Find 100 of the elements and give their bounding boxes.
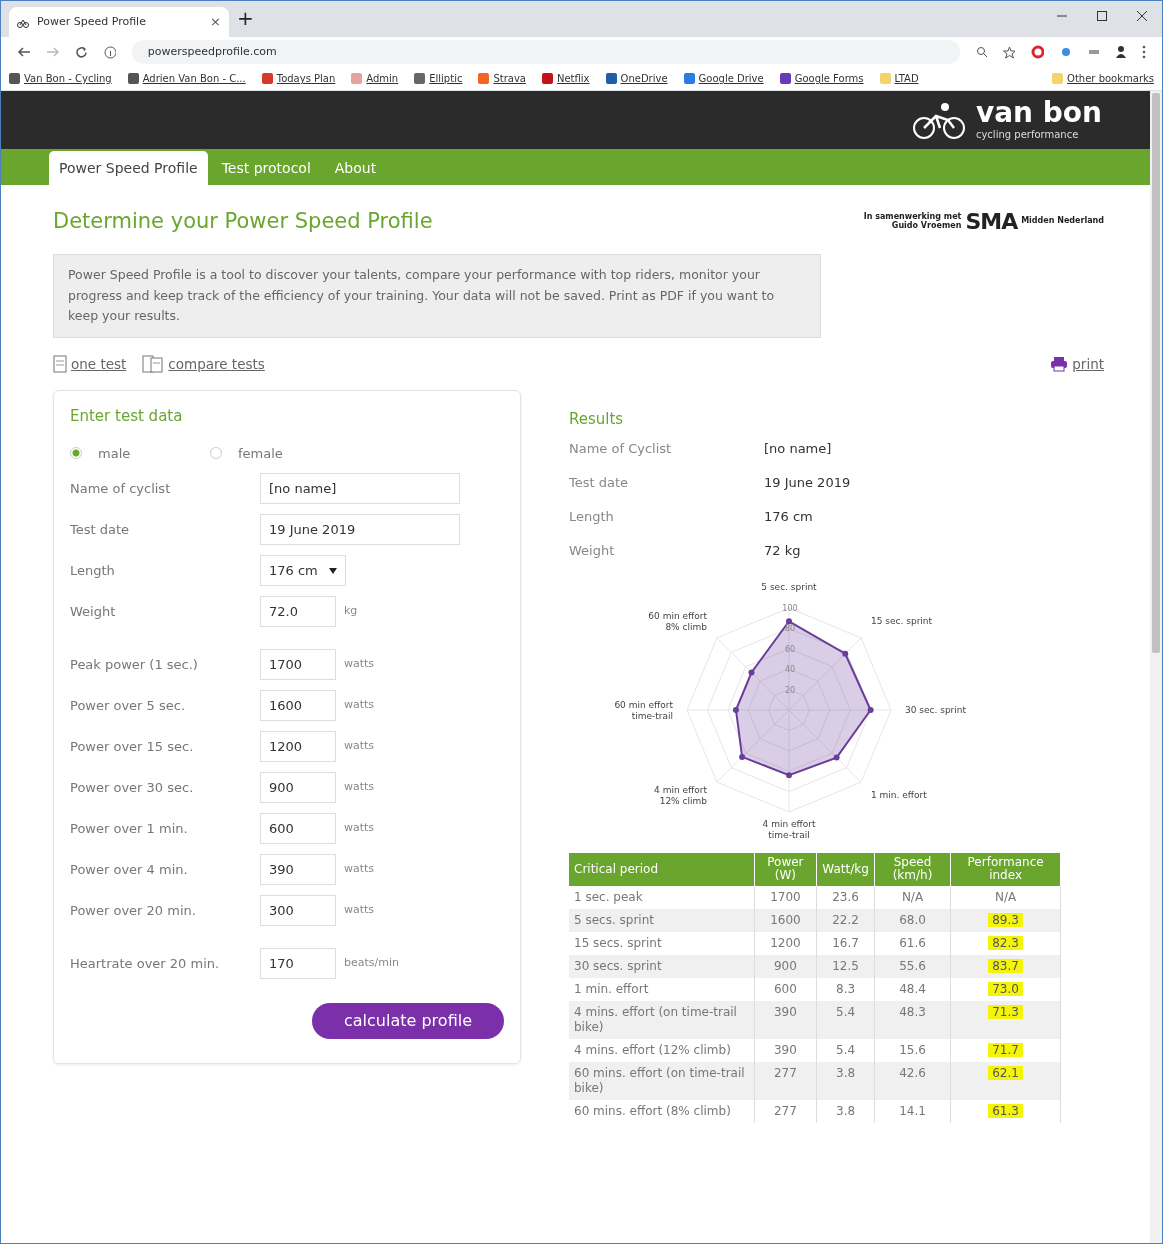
unit-label: beats/min bbox=[344, 955, 399, 972]
axis-label: 30 sec. sprint bbox=[905, 704, 967, 715]
radio-option[interactable]: female bbox=[210, 443, 350, 464]
nav-tab[interactable]: Power Speed Profile bbox=[49, 151, 208, 185]
bookmark-link[interactable]: LTAD bbox=[879, 71, 919, 86]
axis-label: 4 min effort 12% climb bbox=[654, 784, 707, 806]
unit-label: kg bbox=[344, 603, 358, 620]
menu-icon[interactable] bbox=[1142, 45, 1146, 59]
result-label: Test date bbox=[569, 473, 630, 492]
logo-subtitle: cycling performance bbox=[975, 127, 1080, 142]
bookmark-link[interactable]: Other bookmarks bbox=[1052, 71, 1154, 86]
result-value: 176 cm bbox=[764, 507, 813, 526]
document-icon bbox=[142, 355, 165, 373]
table-cell: 5 secs. sprint bbox=[569, 909, 754, 933]
close-icon[interactable] bbox=[1136, 10, 1148, 22]
number-field[interactable]: 1200 bbox=[260, 731, 336, 763]
column-header: Power (W) bbox=[754, 852, 817, 887]
bookmark-link[interactable]: Todays Plan bbox=[261, 71, 336, 86]
data-point bbox=[748, 669, 755, 676]
data-point bbox=[833, 754, 840, 761]
field-label: Power over 30 sec. bbox=[70, 778, 195, 797]
reload-icon[interactable] bbox=[75, 45, 88, 59]
bookmark-link[interactable]: Van Bon - Cycling bbox=[9, 71, 112, 86]
radio-button[interactable] bbox=[70, 447, 82, 460]
tick-label: 40 bbox=[784, 664, 796, 674]
field-label: Length bbox=[70, 561, 116, 580]
bookmark-link[interactable]: Elliptic bbox=[414, 71, 463, 86]
number-field[interactable]: 600 bbox=[260, 813, 336, 845]
ring-icon[interactable] bbox=[1031, 45, 1045, 59]
search-icon[interactable] bbox=[975, 46, 988, 58]
table-cell: 22.2 bbox=[816, 909, 875, 933]
field-label: Power over 4 min. bbox=[70, 860, 189, 879]
column-header: Speed (km/h) bbox=[874, 852, 951, 887]
number-field[interactable]: 900 bbox=[260, 772, 336, 804]
table-cell: 900 bbox=[754, 955, 817, 979]
table-cell: 277 bbox=[754, 1100, 817, 1124]
number-field[interactable]: 390 bbox=[260, 854, 336, 886]
close-tab-button[interactable]: × bbox=[210, 12, 221, 32]
new-tab-button[interactable]: + bbox=[237, 3, 254, 33]
index-value: 82.3 bbox=[988, 936, 1023, 951]
number-field[interactable]: 72.0 bbox=[260, 596, 336, 628]
data-point bbox=[786, 771, 792, 778]
number-field[interactable]: 300 bbox=[260, 895, 336, 927]
bookmark-link[interactable]: Strava bbox=[478, 71, 526, 86]
number-field[interactable]: 170 bbox=[260, 948, 336, 980]
extension-icon[interactable] bbox=[1060, 46, 1072, 58]
maximize-icon[interactable] bbox=[1096, 10, 1108, 22]
axis-label: 60 min effort time-trail bbox=[614, 699, 673, 721]
tab-title: Power Speed Profile bbox=[37, 13, 147, 30]
info-icon[interactable] bbox=[103, 45, 116, 59]
table-cell: 30 secs. sprint bbox=[569, 955, 754, 979]
logo-text: van bon bbox=[975, 98, 1102, 127]
back-icon[interactable] bbox=[17, 46, 31, 58]
bookmark-link[interactable]: Admin bbox=[351, 71, 399, 86]
column-header: Critical period bbox=[569, 852, 754, 887]
table-cell: 4 mins. effort (on time-trail bike) bbox=[569, 1001, 754, 1040]
axis-label: 15 sec. sprint bbox=[871, 615, 933, 626]
table-cell: 5.4 bbox=[816, 1001, 875, 1040]
unit-label: watts bbox=[344, 861, 375, 878]
unit-label: watts bbox=[344, 902, 375, 919]
field-label: Heartrate over 20 min. bbox=[70, 954, 221, 973]
data-point bbox=[842, 650, 849, 657]
bookmark-link[interactable]: OneDrive bbox=[605, 71, 668, 86]
table-cell: 68.0 bbox=[874, 909, 951, 933]
index-value: 89.3 bbox=[988, 913, 1023, 928]
text-field[interactable]: [no name] bbox=[260, 473, 460, 505]
result-label: Name of Cyclist bbox=[569, 439, 673, 458]
result-value: 72 kg bbox=[764, 541, 801, 560]
length-dropdown[interactable]: 176 cm bbox=[260, 555, 346, 587]
star-icon[interactable] bbox=[1003, 45, 1016, 59]
data-point bbox=[867, 706, 874, 713]
bookmark-link[interactable]: Google Drive bbox=[683, 71, 764, 86]
view-link[interactable]: compare tests bbox=[142, 353, 265, 375]
column-header: Watt/kg bbox=[816, 852, 875, 887]
unit-label: watts bbox=[344, 656, 375, 673]
field-label: Power over 5 sec. bbox=[70, 696, 186, 715]
partner-text: Midden Nederland bbox=[1021, 217, 1104, 226]
folder-icon bbox=[1052, 73, 1064, 84]
radio-option[interactable]: male bbox=[70, 443, 210, 464]
view-link[interactable]: one test bbox=[53, 353, 127, 375]
index-value: 73.0 bbox=[988, 982, 1023, 997]
unit-label: watts bbox=[344, 738, 375, 755]
tick-label: 20 bbox=[784, 685, 796, 695]
number-field[interactable]: 1700 bbox=[260, 649, 336, 681]
profile-icon[interactable] bbox=[1114, 45, 1127, 59]
bookmark-link[interactable]: Google Forms bbox=[779, 71, 864, 86]
field-label: Name of cyclist bbox=[70, 479, 172, 498]
scrollbar-thumb[interactable] bbox=[1152, 93, 1160, 653]
axis-label: 1 min. effort bbox=[871, 789, 927, 800]
address-field[interactable]: powerspeedprofile.com bbox=[131, 40, 960, 64]
table-cell: 42.6 bbox=[874, 1062, 951, 1101]
print-link[interactable]: print bbox=[1050, 353, 1104, 375]
data-point bbox=[739, 753, 746, 760]
section-title: Results bbox=[569, 409, 625, 431]
calculate-button[interactable]: calculate profile bbox=[312, 1003, 504, 1040]
bookmark-link[interactable]: Adrien Van Bon - C... bbox=[127, 71, 246, 86]
number-field[interactable]: 1600 bbox=[260, 690, 336, 722]
bookmark-link[interactable]: Netflix bbox=[541, 71, 590, 86]
browser-tab[interactable]: Power Speed Profile × bbox=[9, 7, 229, 37]
text-field[interactable]: 19 June 2019 bbox=[260, 514, 460, 546]
